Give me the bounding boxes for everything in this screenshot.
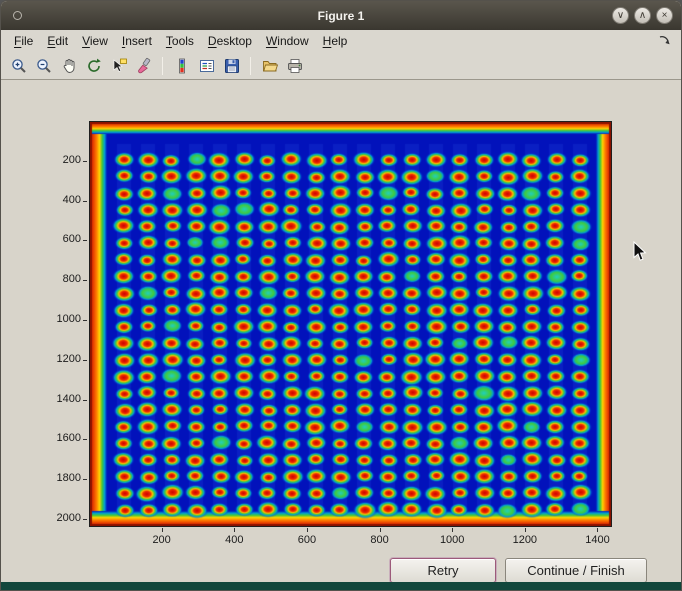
minimize-button[interactable]: ∨ — [612, 7, 629, 24]
x-tick-label: 1000 — [432, 534, 472, 546]
y-tick-label: 1000 — [43, 313, 81, 325]
maximize-button[interactable]: ∧ — [634, 7, 651, 24]
y-tick-mark — [83, 280, 87, 281]
y-tick-label: 1200 — [43, 353, 81, 365]
y-tick-label: 1400 — [43, 393, 81, 405]
y-tick-label: 2000 — [43, 512, 81, 524]
menu-view[interactable]: View — [75, 32, 115, 50]
zoom-out-icon[interactable] — [32, 54, 55, 77]
y-tick-label: 800 — [43, 273, 81, 285]
open-folder-icon[interactable] — [258, 54, 281, 77]
y-tick-mark — [83, 519, 87, 520]
zoom-in-icon[interactable] — [7, 54, 30, 77]
toolbar — [1, 52, 681, 80]
y-tick-mark — [83, 360, 87, 361]
y-tick-mark — [83, 400, 87, 401]
menu-desktop[interactable]: Desktop — [201, 32, 259, 50]
continue-finish-button[interactable]: Continue / Finish — [505, 558, 647, 583]
close-button[interactable]: × — [656, 7, 673, 24]
y-tick-mark — [83, 479, 87, 480]
colorbar-icon[interactable] — [170, 54, 193, 77]
menu-edit[interactable]: Edit — [40, 32, 75, 50]
x-tick-mark — [234, 528, 235, 532]
x-tick-label: 200 — [142, 534, 182, 546]
x-tick-label: 400 — [214, 534, 254, 546]
y-tick-label: 200 — [43, 154, 81, 166]
y-tick-mark — [83, 240, 87, 241]
y-tick-mark — [83, 201, 87, 202]
y-tick-label: 1800 — [43, 472, 81, 484]
dock-figure-icon[interactable] — [657, 34, 671, 48]
window-title: Figure 1 — [318, 9, 365, 23]
y-tick-mark — [83, 161, 87, 162]
x-tick-label: 600 — [287, 534, 327, 546]
y-tick-label: 600 — [43, 233, 81, 245]
menubar-items: FileEditViewInsertToolsDesktopWindowHelp — [7, 32, 354, 50]
menu-insert[interactable]: Insert — [115, 32, 159, 50]
insert-legend-icon[interactable] — [195, 54, 218, 77]
menu-window[interactable]: Window — [259, 32, 316, 50]
print-icon[interactable] — [283, 54, 306, 77]
save-icon[interactable] — [220, 54, 243, 77]
toolbar-separator — [250, 57, 251, 75]
x-tick-mark — [380, 528, 381, 532]
mouse-cursor — [633, 241, 647, 267]
x-tick-mark — [162, 528, 163, 532]
titlebar: Figure 1 ∨ ∧ × — [1, 1, 681, 30]
x-tick-mark — [597, 528, 598, 532]
y-tick-label: 1600 — [43, 432, 81, 444]
x-tick-mark — [525, 528, 526, 532]
retry-button[interactable]: Retry — [390, 558, 496, 583]
figure-window: Figure 1 ∨ ∧ × FileEditViewInsertToolsDe… — [0, 0, 682, 591]
window-controls: ∨ ∧ × — [612, 7, 673, 24]
figure-content-area: Retry Continue / Finish 200 400 600 800 1000… — [1, 81, 681, 582]
y-tick-mark — [83, 320, 87, 321]
x-tick-label: 1400 — [577, 534, 617, 546]
background-strip — [1, 582, 681, 590]
x-tick-mark — [452, 528, 453, 532]
brush-icon[interactable] — [132, 54, 155, 77]
data-cursor-icon[interactable] — [107, 54, 130, 77]
menu-help[interactable]: Help — [316, 32, 355, 50]
x-tick-mark — [307, 528, 308, 532]
y-tick-mark — [83, 439, 87, 440]
window-menu-icon[interactable] — [13, 11, 22, 20]
y-tick-label: 400 — [43, 194, 81, 206]
toolbar-separator — [162, 57, 163, 75]
pan-icon[interactable] — [57, 54, 80, 77]
x-tick-label: 1200 — [505, 534, 545, 546]
menu-file[interactable]: File — [7, 32, 40, 50]
menu-tools[interactable]: Tools — [159, 32, 201, 50]
rotate-3d-icon[interactable] — [82, 54, 105, 77]
x-tick-label: 800 — [360, 534, 400, 546]
figure-image[interactable] — [90, 122, 611, 526]
axes-frame — [89, 121, 612, 527]
menubar: FileEditViewInsertToolsDesktopWindowHelp — [1, 30, 681, 52]
